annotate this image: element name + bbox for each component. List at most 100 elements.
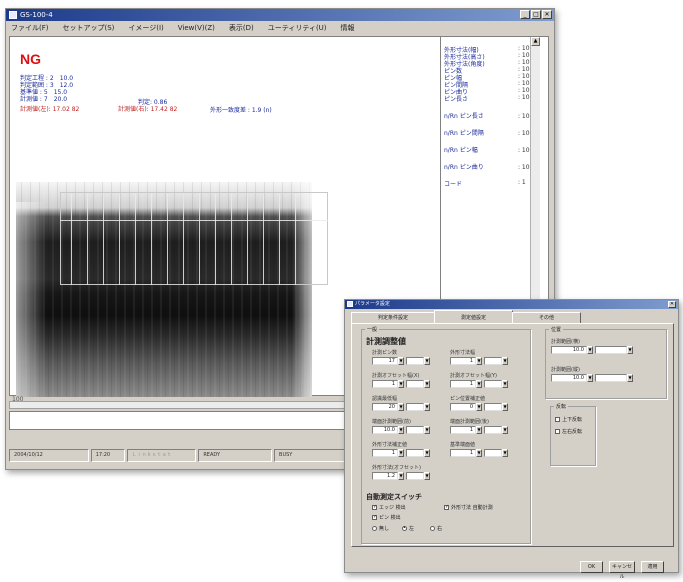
- spin-icon[interactable]: ▼: [502, 449, 508, 457]
- spin-icon[interactable]: ▼: [476, 426, 482, 434]
- spin-icon[interactable]: ▼: [476, 380, 482, 388]
- measured-left: 計測値(左): 17.02 82: [20, 106, 80, 113]
- field-input-2[interactable]: [406, 403, 424, 411]
- spin-icon[interactable]: ▼: [424, 380, 430, 388]
- spin-icon[interactable]: ▼: [398, 403, 404, 411]
- result-value: : 10: [518, 52, 530, 59]
- field-label: 計測範囲(縦): [551, 367, 580, 373]
- switch-edge[interactable]: ✓ エッジ 検出: [372, 504, 406, 511]
- result-value: : 10: [518, 73, 530, 80]
- tolerance-text: 外形一致度差 : 1.9 (n): [210, 107, 272, 114]
- checkbox-icon: [555, 429, 560, 434]
- spin-icon[interactable]: ▼: [424, 472, 430, 480]
- spin-icon[interactable]: ▼: [398, 357, 404, 365]
- field-input-2[interactable]: [484, 403, 502, 411]
- apply-button[interactable]: 適用: [641, 561, 664, 573]
- field-input[interactable]: 20: [372, 403, 398, 411]
- menu-setup[interactable]: セットアップ(S): [63, 23, 115, 33]
- dialog-close-button[interactable]: ✕: [668, 301, 676, 308]
- field-input-2[interactable]: [595, 374, 627, 382]
- field-input-2[interactable]: [595, 346, 627, 354]
- field-input-2[interactable]: [406, 426, 424, 434]
- status-time: 17:20: [90, 449, 125, 462]
- menu-view[interactable]: View(V)(Z): [178, 24, 215, 32]
- spin-icon[interactable]: ▼: [502, 426, 508, 434]
- radio-right[interactable]: 右: [430, 525, 442, 532]
- spin-icon[interactable]: ▼: [627, 374, 633, 382]
- field-input[interactable]: 1: [372, 449, 398, 457]
- spin-icon[interactable]: ▼: [502, 357, 508, 365]
- tab-judge[interactable]: 判定条件設定: [351, 312, 436, 323]
- field-input-2[interactable]: [406, 472, 424, 480]
- spin-icon[interactable]: ▼: [398, 472, 404, 480]
- field-label: 端面計測範囲(後): [450, 419, 489, 425]
- group-caption: 一般: [365, 326, 380, 333]
- field-input[interactable]: 17: [372, 357, 398, 365]
- scroll-up-icon[interactable]: ▲: [531, 37, 540, 46]
- dialog-titlebar[interactable]: パラメータ設定 ✕: [345, 300, 678, 309]
- spin-icon[interactable]: ▼: [424, 426, 430, 434]
- spin-icon[interactable]: ▼: [476, 357, 482, 365]
- field-input[interactable]: 1.2: [372, 472, 398, 480]
- spin-icon[interactable]: ▼: [587, 374, 593, 382]
- tab-measure[interactable]: 測定値設定: [434, 310, 514, 323]
- status-date: 2004/10/12: [9, 449, 89, 462]
- field-input[interactable]: 10.0: [551, 374, 587, 382]
- option-flip-vertical[interactable]: 上下反転: [555, 416, 582, 423]
- spin-icon[interactable]: ▼: [424, 357, 430, 365]
- spin-icon[interactable]: ▼: [476, 449, 482, 457]
- tab-other[interactable]: その他: [512, 312, 582, 323]
- field-input-2[interactable]: [406, 449, 424, 457]
- app-icon: [9, 11, 17, 19]
- field-input-2[interactable]: [484, 380, 502, 388]
- radio-none[interactable]: 無し: [372, 525, 389, 532]
- field-input[interactable]: 1: [372, 380, 398, 388]
- field-input-2[interactable]: [484, 426, 502, 434]
- menu-image[interactable]: イメージ(I): [128, 23, 163, 33]
- switch-pin[interactable]: ✓ ピン 検出: [372, 514, 401, 521]
- field-input[interactable]: 0: [450, 403, 476, 411]
- spin-icon[interactable]: ▼: [398, 426, 404, 434]
- radio-icon: [430, 526, 435, 531]
- spin-icon[interactable]: ▼: [627, 346, 633, 354]
- spin-icon[interactable]: ▼: [424, 403, 430, 411]
- field-input-2[interactable]: [406, 380, 424, 388]
- field-input[interactable]: 1: [450, 357, 476, 365]
- switch-outline[interactable]: ✓ 外形寸法 自動計測: [444, 504, 493, 511]
- group-caption: 反転: [554, 403, 569, 410]
- field-label: 計測オフセット幅(Y): [450, 373, 497, 379]
- field-label: 外形寸法補正値: [372, 442, 408, 448]
- field-input[interactable]: 1: [450, 449, 476, 457]
- spin-icon[interactable]: ▼: [587, 346, 593, 354]
- spin-icon[interactable]: ▼: [502, 380, 508, 388]
- measurement-grid: [60, 192, 328, 285]
- field-input-2[interactable]: [484, 357, 502, 365]
- radio-left[interactable]: • 左: [402, 525, 414, 532]
- result-label: n/Rn ピン曲り: [444, 164, 484, 171]
- spin-icon[interactable]: ▼: [398, 449, 404, 457]
- field-input[interactable]: 10.0: [551, 346, 587, 354]
- result-value: : 10: [518, 87, 530, 94]
- field-input-2[interactable]: [484, 449, 502, 457]
- cancel-button[interactable]: キャンセル: [609, 561, 635, 580]
- spin-icon[interactable]: ▼: [424, 449, 430, 457]
- field-input[interactable]: 1: [450, 380, 476, 388]
- maximize-button[interactable]: □: [531, 10, 541, 19]
- menu-utility[interactable]: ユーティリティ(U): [268, 23, 327, 33]
- close-button[interactable]: ✕: [542, 10, 552, 19]
- menu-info[interactable]: 情報: [341, 23, 355, 33]
- result-value: : 10: [518, 45, 530, 52]
- ok-button[interactable]: OK: [580, 561, 603, 573]
- option-flip-horizontal[interactable]: 左右反転: [555, 428, 582, 435]
- minimize-button[interactable]: _: [520, 10, 530, 19]
- field-label: 計測オフセット幅(X): [372, 373, 420, 379]
- field-input[interactable]: 1: [450, 426, 476, 434]
- menu-file[interactable]: ファイル(F): [11, 23, 49, 33]
- spin-icon[interactable]: ▼: [398, 380, 404, 388]
- field-input[interactable]: 10.0: [372, 426, 398, 434]
- main-titlebar[interactable]: GS-100-4 _ □ ✕: [6, 9, 554, 21]
- field-input-2[interactable]: [406, 357, 424, 365]
- menu-display[interactable]: 表示(D): [229, 23, 254, 33]
- spin-icon[interactable]: ▼: [476, 403, 482, 411]
- spin-icon[interactable]: ▼: [502, 403, 508, 411]
